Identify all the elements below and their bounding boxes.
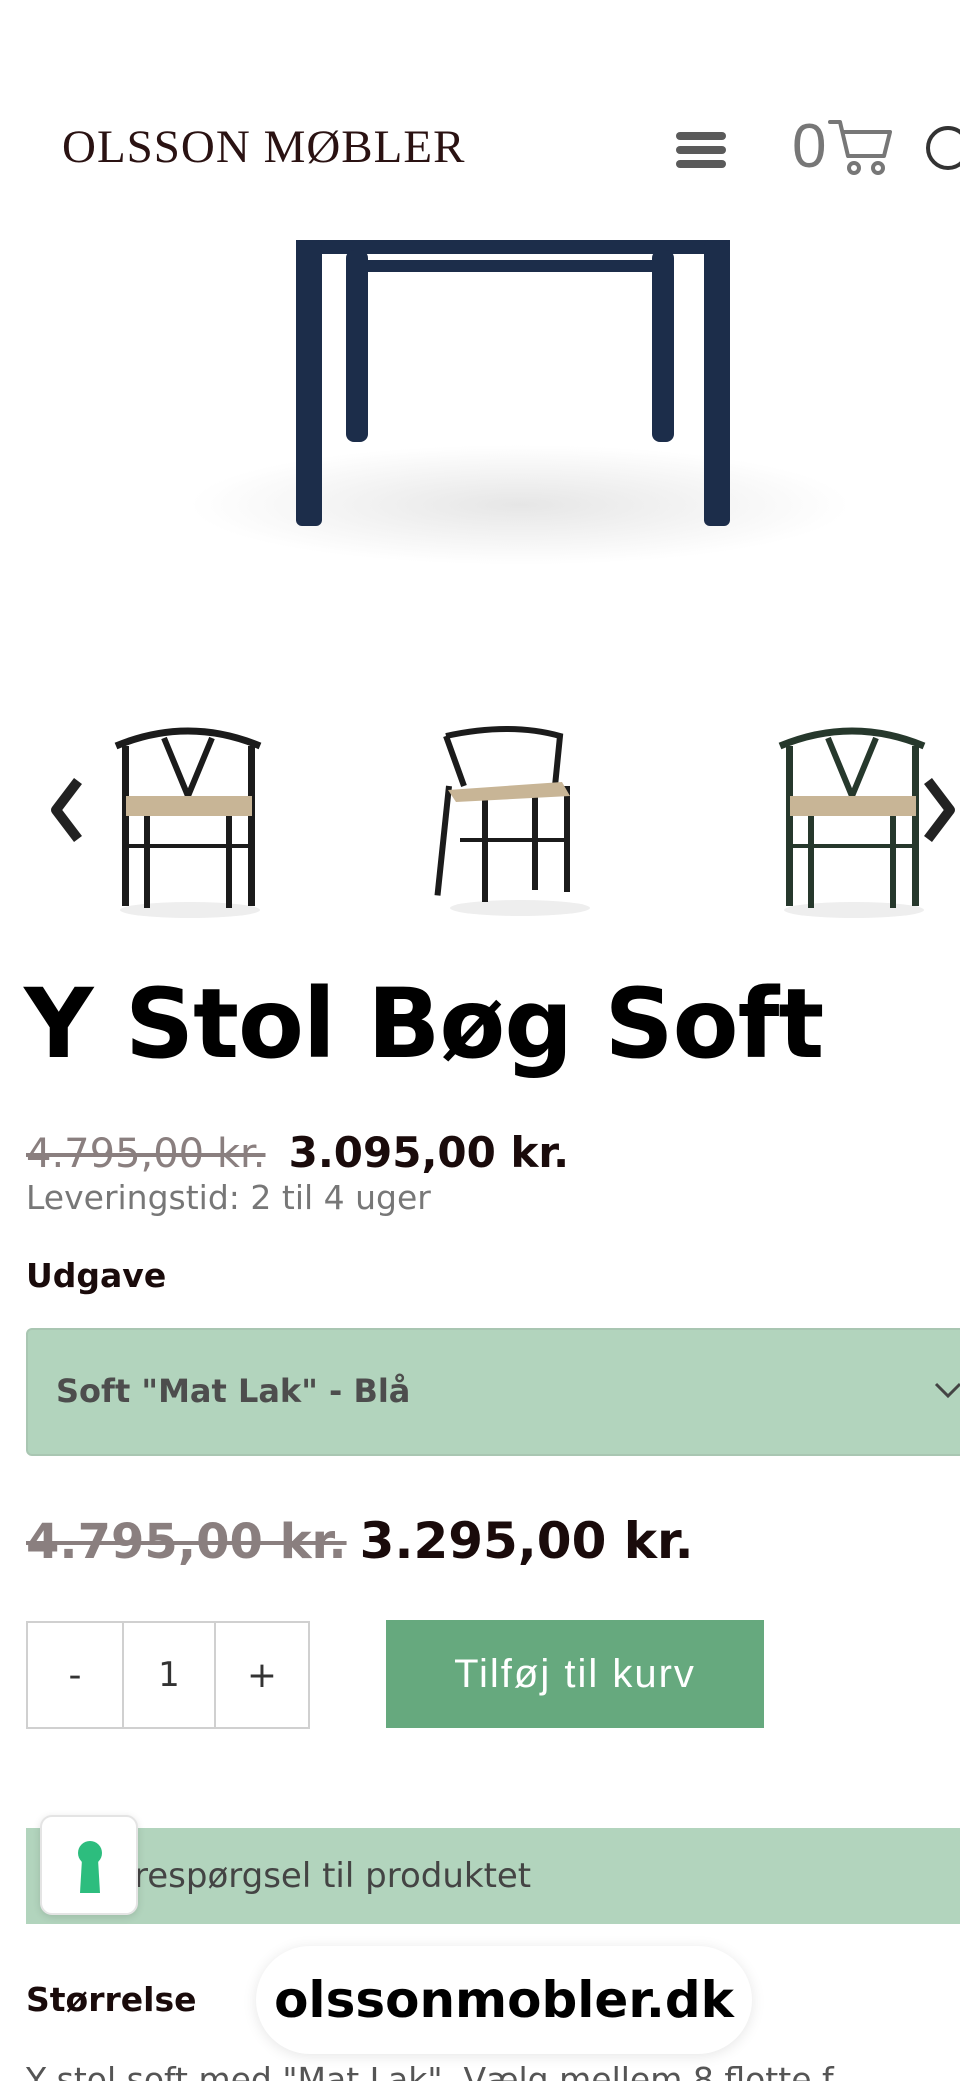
price-row: 4.795,00 kr. 3.095,00 kr. bbox=[26, 1128, 569, 1177]
chevron-down-icon bbox=[934, 1382, 960, 1399]
product-main-image[interactable] bbox=[0, 240, 960, 660]
cart-icon bbox=[828, 120, 893, 175]
inquiry-button[interactable]: respørgsel til produktet bbox=[26, 1828, 960, 1924]
quantity-decrease-button[interactable]: - bbox=[28, 1623, 124, 1727]
thumbnail-black-front[interactable] bbox=[98, 716, 278, 926]
lock-badge[interactable] bbox=[40, 1815, 138, 1915]
size-label: Størrelse bbox=[26, 1980, 197, 2019]
old-price: 4.795,00 kr. bbox=[26, 1131, 266, 1177]
product-description: Y stol soft med "Mat Lak". Vælg mellem 8… bbox=[26, 2060, 834, 2081]
sale-price: 3.095,00 kr. bbox=[288, 1128, 570, 1177]
thumbnail-strip bbox=[0, 706, 960, 936]
variant-selected-value: Soft "Mat Lak" - Blå bbox=[56, 1372, 411, 1410]
variant-label: Udgave bbox=[26, 1256, 167, 1295]
chair-image bbox=[190, 240, 850, 565]
site-logo[interactable]: OLSSON MØBLER bbox=[62, 120, 465, 174]
cart-count: 0 bbox=[792, 112, 827, 181]
menu-icon[interactable] bbox=[676, 132, 726, 168]
quantity-increase-button[interactable]: + bbox=[214, 1623, 308, 1727]
variant-select[interactable]: Soft "Mat Lak" - Blå bbox=[26, 1328, 960, 1456]
variant-sale-price: 3.295,00 kr. bbox=[359, 1512, 694, 1570]
keyhole-icon bbox=[78, 1841, 102, 1893]
quantity-stepper: - 1 + bbox=[26, 1621, 310, 1729]
thumbnail-black-side[interactable] bbox=[420, 716, 600, 926]
cart-button[interactable]: 0 bbox=[792, 112, 894, 182]
thumbnail-green-front[interactable] bbox=[762, 716, 942, 926]
quantity-input[interactable]: 1 bbox=[124, 1623, 214, 1727]
inquiry-label: respørgsel til produktet bbox=[134, 1856, 532, 1896]
search-icon[interactable] bbox=[922, 122, 960, 182]
delivery-time: Leveringstid: 2 til 4 uger bbox=[26, 1178, 431, 1217]
add-to-cart-button[interactable]: Tilføj til kurv bbox=[386, 1620, 764, 1728]
browser-domain-pill[interactable]: olssonmobler.dk bbox=[256, 1946, 752, 2054]
variant-price-row: 4.795,00 kr. 3.295,00 kr. bbox=[26, 1512, 694, 1570]
product-title: Y Stol Bøg Soft bbox=[24, 968, 824, 1080]
variant-old-price: 4.795,00 kr. bbox=[26, 1514, 347, 1570]
site-header: OLSSON MØBLER 0 bbox=[0, 0, 960, 240]
